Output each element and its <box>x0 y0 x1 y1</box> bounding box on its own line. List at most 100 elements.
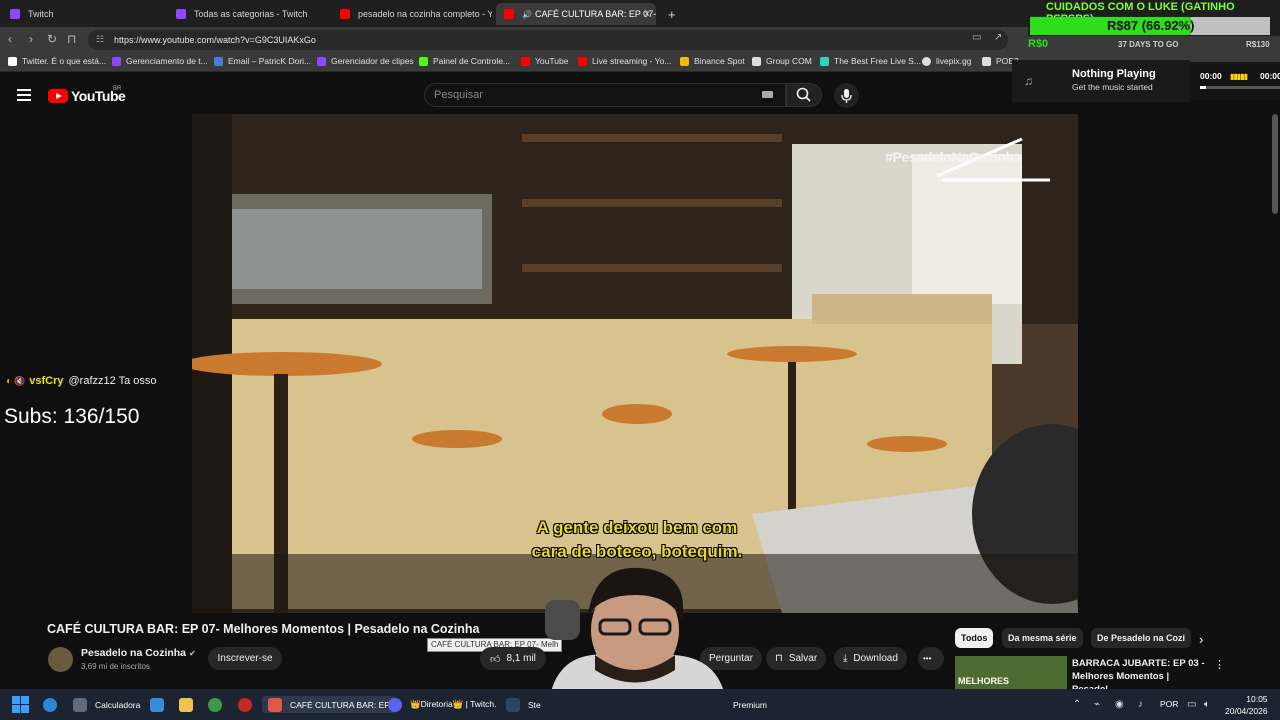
player-level-bars: ▮▮▮▮▮ <box>1230 72 1248 81</box>
save-label: Salvar <box>788 653 818 664</box>
start-button[interactable] <box>12 696 29 713</box>
address-bar[interactable]: ☷ https://www.youtube.com/watch?v=G9C3UI… <box>88 30 1008 50</box>
chip-all[interactable]: Todos <box>955 628 994 648</box>
poe-icon <box>982 56 991 66</box>
bookmark-item[interactable]: livepix.gg <box>922 56 971 66</box>
subscribe-button[interactable]: Inscrever-se <box>208 647 282 670</box>
taskbar-app[interactable] <box>43 696 65 713</box>
taskbar-app[interactable] <box>238 696 260 713</box>
clock-time: 10:05 <box>1246 694 1268 704</box>
bookmark-item[interactable]: Twitter. É o que está... <box>8 56 106 66</box>
channel-name[interactable]: Pesadelo na Cozinha ✔ <box>81 647 196 659</box>
tray-monitor-icon[interactable]: ▭ <box>1187 699 1196 710</box>
new-tab-button[interactable]: + <box>660 3 680 25</box>
tray-mic-icon[interactable]: ♪ <box>1138 699 1143 710</box>
close-tab-icon[interactable]: × <box>644 9 650 20</box>
discord-icon <box>388 697 402 712</box>
youtube-icon <box>521 56 530 66</box>
tab-twitch[interactable]: Twitch <box>2 3 164 25</box>
bookmark-item[interactable]: YouTube <box>521 56 568 66</box>
system-clock[interactable]: 10:05 20/04/2026 <box>1225 693 1268 717</box>
video-title: CAFÉ CULTURA BAR: EP 07- Melhores Moment… <box>47 622 480 636</box>
video-hashtag-overlay: #PesadeloNaCozinha <box>885 149 1022 165</box>
chevron-right-icon[interactable]: › <box>1199 632 1203 647</box>
bookmark-item[interactable]: Live streaming - Yo... <box>578 56 671 66</box>
channel-avatar[interactable] <box>48 647 73 672</box>
brave-icon <box>268 697 282 712</box>
tab-twitch-categories[interactable]: Todas as categorias - Twitch <box>168 3 328 25</box>
speaker-icon: 🔊 <box>522 9 532 19</box>
bookmark-item[interactable]: Group COM <box>752 56 812 66</box>
bookmark-label: The Best Free Live S... <box>834 56 921 66</box>
binance-icon <box>680 56 689 66</box>
download-button[interactable]: ⤓ Download <box>834 647 907 670</box>
taskbar-app[interactable]: Ste <box>506 696 541 713</box>
tray-volume-icon[interactable]: 🔈︎ <box>1204 699 1210 710</box>
thumbs-up-icon: 👍︎ <box>490 653 501 665</box>
video-subtitles: A gente deixou bem com cara de boteco, b… <box>492 516 782 564</box>
site-info-icon[interactable]: ☷ <box>96 34 104 45</box>
taskbar-app[interactable]: Calculadora <box>73 696 140 713</box>
bookmark-item[interactable]: Email – PatricK Dori... <box>214 56 311 66</box>
twitch-icon <box>112 56 121 66</box>
windows-icon <box>12 696 29 713</box>
recommendation-thumbnail[interactable]: MELHORES <box>955 656 1067 690</box>
channel-name-text: Pesadelo na Cozinha <box>81 647 187 659</box>
taskbar-app-active[interactable]: CAFÉ CULTURA BAR: EP <box>262 696 396 713</box>
player-progress <box>1200 86 1280 89</box>
twitch-icon <box>176 9 186 19</box>
page-scrollbar[interactable] <box>1272 114 1278 214</box>
goal-days-left: 37 DAYS TO GO <box>1118 40 1179 49</box>
forward-icon[interactable]: › <box>29 32 33 46</box>
x-icon <box>8 56 17 66</box>
music-title: Nothing Playing <box>1072 68 1156 80</box>
search-placeholder: Pesquisar <box>434 89 483 101</box>
tray-steam-icon[interactable]: ◉ <box>1115 699 1124 710</box>
tray-network-icon[interactable]: ⌁ <box>1094 699 1100 710</box>
tab-youtube-video[interactable]: 🔊 CAFÉ CULTURA BAR: EP 07- M × <box>496 3 656 25</box>
subtitle-line: A gente deixou bem com <box>536 518 738 537</box>
webcam-person <box>545 567 725 696</box>
thumbnail-text: MELHORES <box>958 676 1010 686</box>
save-button[interactable]: ⊓ Salvar <box>766 647 827 670</box>
youtube-icon <box>504 9 514 19</box>
menu-icon[interactable] <box>17 89 31 101</box>
reload-icon[interactable]: ↻ <box>47 32 57 46</box>
more-vert-icon[interactable]: ⋮ <box>1214 658 1225 671</box>
bookmark-item[interactable]: Gerenciador de clipes <box>317 56 414 66</box>
taskbar-app[interactable] <box>179 696 201 713</box>
back-icon[interactable]: ‹ <box>8 32 12 46</box>
bookmark-item[interactable]: The Best Free Live S... <box>820 56 921 66</box>
voice-search-button[interactable] <box>834 83 859 108</box>
chip-channel[interactable]: De Pesadelo na Cozi <box>1091 628 1191 648</box>
chip-same-series[interactable]: Da mesma série <box>1002 628 1083 648</box>
bookmark-label: Twitter. É o que está... <box>22 56 107 66</box>
like-button[interactable]: 👍︎ 8,1 mil <box>480 647 546 670</box>
share-icon[interactable]: ↗ <box>994 32 1002 43</box>
search-icon <box>796 87 811 102</box>
keyboard-icon[interactable] <box>762 91 773 98</box>
more-actions-button[interactable]: ••• <box>918 647 944 670</box>
bookmark-item[interactable]: Binance Spot <box>680 56 745 66</box>
tray-chevron-icon[interactable]: ⌃ <box>1073 699 1081 710</box>
bookmark-label: livepix.gg <box>936 56 972 66</box>
bookmark-item[interactable]: Painel de Controle... <box>419 56 510 66</box>
bookmark-label: Gerenciador de clipes <box>331 56 414 66</box>
steam-icon <box>506 697 520 712</box>
keyboard-language[interactable]: POR <box>1160 699 1178 709</box>
taskbar-app[interactable]: 👑Diretoria👑 | Twitch. <box>388 696 497 713</box>
bookmark-label: Gerenciamento de t... <box>126 56 208 66</box>
taskbar-app[interactable] <box>150 696 172 713</box>
bookmark-label: Email – PatricK Dori... <box>228 56 312 66</box>
search-input[interactable]: Pesquisar <box>424 83 786 107</box>
bookmark-icon[interactable]: ⊓ <box>67 32 76 46</box>
taskbar-app[interactable]: Premium <box>733 696 767 713</box>
search-button[interactable] <box>786 83 822 107</box>
taskbar-app[interactable] <box>208 696 230 713</box>
region-code: BR <box>113 86 122 92</box>
tab-youtube-search[interactable]: pesadelo na cozinha completo - YouT <box>332 3 492 25</box>
opera-icon <box>238 697 252 712</box>
bookmark-item[interactable]: Gerenciamento de t... <box>112 56 208 66</box>
cast-icon[interactable]: ▭ <box>972 32 981 43</box>
twitch-icon <box>10 9 20 19</box>
